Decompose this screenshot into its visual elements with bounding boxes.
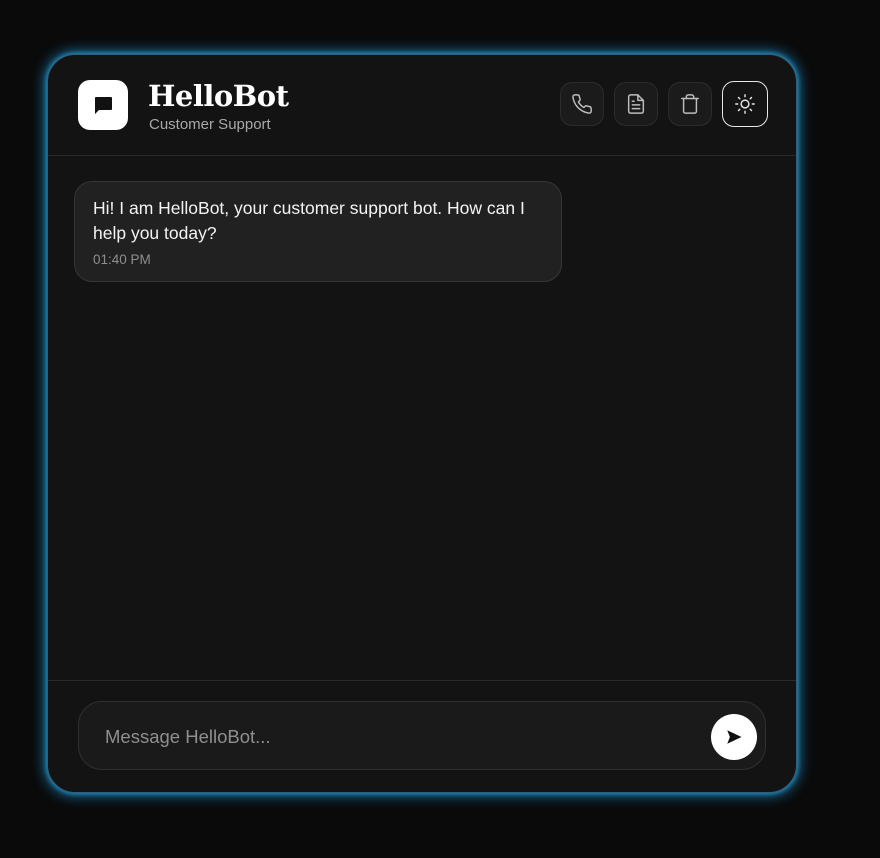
chat-window: HelloBot Customer Support Hi! I am Hello… <box>47 54 797 793</box>
message-input-container <box>78 701 766 771</box>
bot-title: HelloBot <box>148 79 289 113</box>
theme-toggle-button[interactable] <box>722 81 768 127</box>
phone-icon <box>572 94 592 114</box>
chat-bubble-icon <box>95 97 112 114</box>
chat-header: HelloBot Customer Support <box>48 55 796 156</box>
document-icon <box>627 94 645 114</box>
call-button[interactable] <box>560 82 604 126</box>
page-background: HelloBot Customer Support Hi! I am Hello… <box>0 0 880 858</box>
header-actions <box>560 81 768 127</box>
message-text: Hi! I am HelloBot, your customer support… <box>93 198 525 243</box>
send-button[interactable] <box>711 714 757 760</box>
bot-message: Hi! I am HelloBot, your customer support… <box>74 181 562 282</box>
bot-subtitle: Customer Support <box>149 116 271 133</box>
sun-icon <box>735 94 755 114</box>
send-arrow-icon <box>727 730 742 744</box>
message-list[interactable]: Hi! I am HelloBot, your customer support… <box>48 156 796 683</box>
bot-logo <box>78 80 128 130</box>
transcript-button[interactable] <box>614 82 658 126</box>
trash-icon <box>681 94 699 114</box>
message-composer <box>48 680 796 792</box>
message-timestamp: 01:40 PM <box>93 252 151 267</box>
message-input[interactable] <box>103 702 697 771</box>
clear-chat-button[interactable] <box>668 82 712 126</box>
